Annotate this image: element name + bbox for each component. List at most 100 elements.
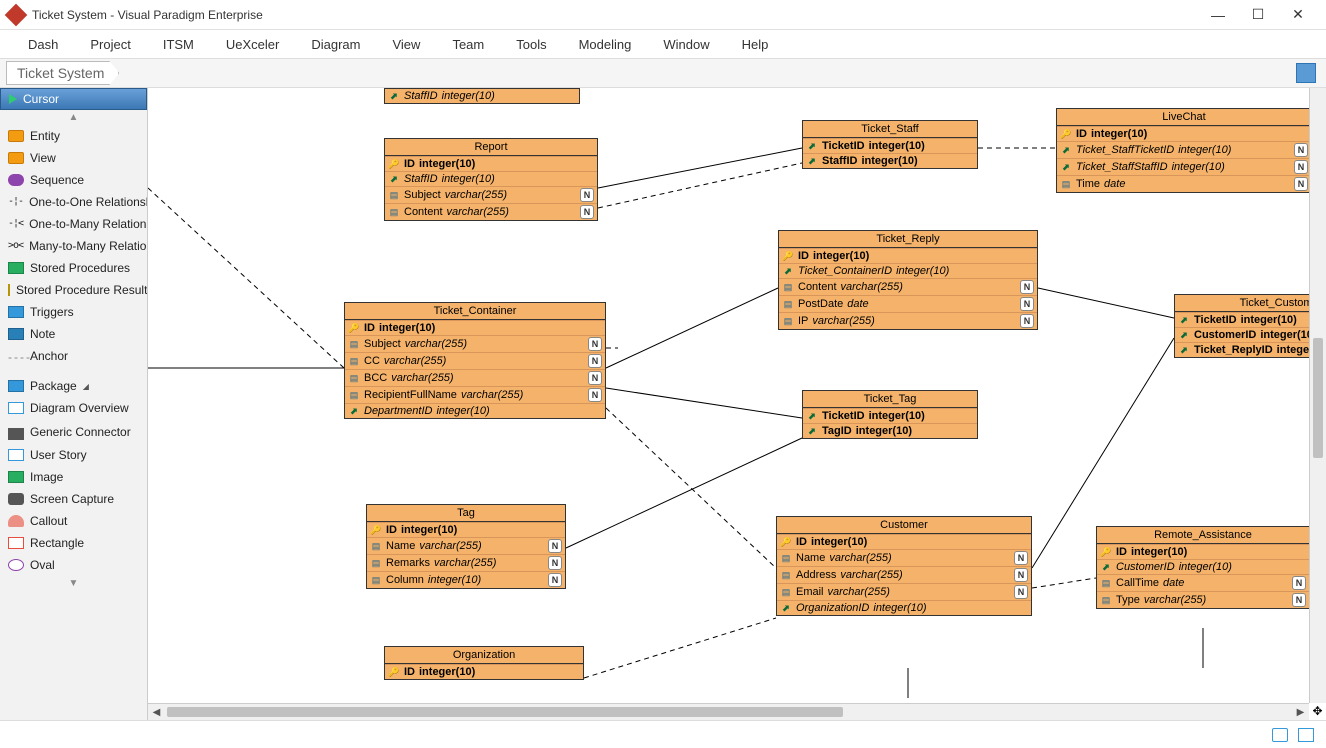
menu-help[interactable]: Help: [726, 33, 785, 56]
tool-cursor[interactable]: Cursor: [0, 88, 147, 110]
tool-image[interactable]: Image: [0, 466, 147, 488]
entity-column[interactable]: ⬈CustomerIDinteger(10): [1175, 327, 1326, 342]
entity-column[interactable]: 🔑IDinteger(10): [1097, 544, 1309, 559]
tool-one-to-one-relationship[interactable]: -¦-One-to-One Relationship: [0, 191, 147, 213]
entity-column[interactable]: ⬈Ticket_ReplyIDinteger(10): [1175, 342, 1326, 357]
tool-entity[interactable]: Entity: [0, 125, 147, 147]
tool-screen-capture[interactable]: Screen Capture: [0, 488, 147, 510]
minimize-button[interactable]: —: [1198, 1, 1238, 29]
entity-column[interactable]: ▤Contentvarchar(255)N: [779, 278, 1037, 295]
entity-column[interactable]: 🔑IDinteger(10): [385, 156, 597, 171]
palette-collapse-up[interactable]: ▲: [0, 110, 147, 125]
menu-window[interactable]: Window: [647, 33, 725, 56]
tool-one-to-many-relationship[interactable]: -¦<One-to-Many Relationship: [0, 213, 147, 235]
entity-column[interactable]: ▤Addressvarchar(255)N: [777, 566, 1031, 583]
tool-oval[interactable]: Oval: [0, 554, 147, 576]
entity-column[interactable]: ⬈StaffIDinteger(10): [803, 153, 977, 168]
entity-report[interactable]: Report🔑IDinteger(10)⬈StaffIDinteger(10)▤…: [384, 138, 598, 221]
entity-remote_assistance[interactable]: Remote_Assistance🔑IDinteger(10)⬈Customer…: [1096, 526, 1310, 609]
tool-view[interactable]: View: [0, 147, 147, 169]
entity-column[interactable]: 🔑IDinteger(10): [367, 522, 565, 537]
entity-column[interactable]: ▤Typevarchar(255)N: [1097, 591, 1309, 608]
entity-column[interactable]: ⬈TicketIDinteger(10): [803, 138, 977, 153]
entity-tag[interactable]: Tag🔑IDinteger(10)▤Namevarchar(255)N▤Rema…: [366, 504, 566, 589]
entity-ticket_container[interactable]: Ticket_Container🔑IDinteger(10)▤Subjectva…: [344, 302, 606, 419]
entity-column[interactable]: ▤IPvarchar(255)N: [779, 312, 1037, 329]
entity-column[interactable]: ⬈CustomerIDinteger(10): [1097, 559, 1309, 574]
menu-itsm[interactable]: ITSM: [147, 33, 210, 56]
tool-package[interactable]: Package◢: [0, 375, 147, 397]
entity-column[interactable]: ▤Contentvarchar(255)N: [385, 203, 597, 220]
entity-livechat[interactable]: LiveChat🔑IDinteger(10)⬈Ticket_StaffTicke…: [1056, 108, 1312, 193]
tool-many-to-many-relationship[interactable]: >o<Many-to-Many Relationship: [0, 235, 147, 257]
tool-stored-procedures[interactable]: Stored Procedures: [0, 257, 147, 279]
entity-column[interactable]: ▤Namevarchar(255)N: [367, 537, 565, 554]
note-icon[interactable]: [1298, 728, 1314, 742]
horizontal-scrollbar[interactable]: ◀▶: [148, 703, 1309, 720]
entity-organization[interactable]: Organization🔑IDinteger(10): [384, 646, 584, 680]
entity-column[interactable]: ▤Namevarchar(255)N: [777, 549, 1031, 566]
mail-icon[interactable]: [1272, 728, 1288, 742]
diagram-canvas[interactable]: ⬈StaffIDinteger(10)Report🔑IDinteger(10)⬈…: [148, 88, 1318, 700]
tool-generic-connector[interactable]: Generic Connector: [0, 419, 147, 444]
entity-column[interactable]: ▤RecipientFullNamevarchar(255)N: [345, 386, 605, 403]
entity-ticket_customer[interactable]: Ticket_Customer⬈TicketIDinteger(10)⬈Cust…: [1174, 294, 1326, 358]
entity-column[interactable]: ⬈Ticket_StaffStaffIDinteger(10)N: [1057, 158, 1311, 175]
tool-rectangle[interactable]: Rectangle: [0, 532, 147, 554]
entity-column[interactable]: ⬈StaffIDinteger(10): [385, 89, 579, 103]
menu-diagram[interactable]: Diagram: [295, 33, 376, 56]
menu-team[interactable]: Team: [436, 33, 500, 56]
entity-column[interactable]: ▤Subjectvarchar(255)N: [345, 335, 605, 352]
tool-sequence[interactable]: Sequence: [0, 169, 147, 191]
entity-ticket_reply[interactable]: Ticket_Reply🔑IDinteger(10)⬈Ticket_Contai…: [778, 230, 1038, 330]
tool-callout[interactable]: Callout: [0, 510, 147, 532]
entity-column[interactable]: ▤PostDatedateN: [779, 295, 1037, 312]
entity-column[interactable]: ⬈TagIDinteger(10): [803, 423, 977, 438]
entity-column[interactable]: 🔑IDinteger(10): [345, 320, 605, 335]
app-icon: [5, 3, 28, 26]
menu-uexceler[interactable]: UeXceler: [210, 33, 295, 56]
entity-column[interactable]: ⬈TicketIDinteger(10): [1175, 312, 1326, 327]
entity-customer[interactable]: Customer🔑IDinteger(10)▤Namevarchar(255)N…: [776, 516, 1032, 616]
menu-tools[interactable]: Tools: [500, 33, 562, 56]
entity-column[interactable]: ▤TimedateN: [1057, 175, 1311, 192]
entity-column[interactable]: ▤BCCvarchar(255)N: [345, 369, 605, 386]
menu-project[interactable]: Project: [74, 33, 146, 56]
entity-column[interactable]: 🔑IDinteger(10): [385, 664, 583, 679]
entity-column[interactable]: ▤Remarksvarchar(255)N: [367, 554, 565, 571]
entity-column[interactable]: ⬈Ticket_StaffTicketIDinteger(10)N: [1057, 141, 1311, 158]
entity-column[interactable]: ▤CCvarchar(255)N: [345, 352, 605, 369]
tool-anchor[interactable]: ----Anchor: [0, 345, 147, 367]
entity-column[interactable]: ⬈StaffIDinteger(10): [385, 171, 597, 186]
fk-icon: ⬈: [1060, 144, 1072, 156]
entity-toprow[interactable]: ⬈StaffIDinteger(10): [384, 88, 580, 104]
menu-view[interactable]: View: [376, 33, 436, 56]
breadcrumb-current[interactable]: Ticket System: [6, 61, 119, 85]
entity-ticket_staff[interactable]: Ticket_Staff⬈TicketIDinteger(10)⬈StaffID…: [802, 120, 978, 169]
view-switcher-icon[interactable]: [1296, 63, 1316, 83]
entity-column[interactable]: 🔑IDinteger(10): [1057, 126, 1311, 141]
entity-ticket_tag[interactable]: Ticket_Tag⬈TicketIDinteger(10)⬈TagIDinte…: [802, 390, 978, 439]
tool-user-story[interactable]: User Story: [0, 444, 147, 466]
tool-diagram-overview[interactable]: Diagram Overview: [0, 397, 147, 419]
entity-column[interactable]: ▤Emailvarchar(255)N: [777, 583, 1031, 600]
tool-triggers[interactable]: Triggers: [0, 301, 147, 323]
pan-icon[interactable]: ✥: [1310, 704, 1325, 719]
entity-column[interactable]: ⬈DepartmentIDinteger(10): [345, 403, 605, 418]
palette-collapse-down[interactable]: ▼: [0, 576, 147, 591]
entity-column[interactable]: ▤CallTimedateN: [1097, 574, 1309, 591]
tool-stored-procedure-resultset[interactable]: Stored Procedure Resultset: [0, 279, 147, 301]
entity-column[interactable]: 🔑IDinteger(10): [779, 248, 1037, 263]
close-button[interactable]: ✕: [1278, 1, 1318, 29]
entity-column[interactable]: ⬈TicketIDinteger(10): [803, 408, 977, 423]
entity-column[interactable]: 🔑IDinteger(10): [777, 534, 1031, 549]
entity-column[interactable]: ▤Columninteger(10)N: [367, 571, 565, 588]
vertical-scrollbar[interactable]: [1309, 88, 1326, 703]
entity-column[interactable]: ⬈OrganizationIDinteger(10): [777, 600, 1031, 615]
tool-note[interactable]: Note: [0, 323, 147, 345]
entity-column[interactable]: ⬈Ticket_ContainerIDinteger(10): [779, 263, 1037, 278]
maximize-button[interactable]: ☐: [1238, 1, 1278, 29]
menu-modeling[interactable]: Modeling: [563, 33, 648, 56]
menu-dash[interactable]: Dash: [12, 33, 74, 56]
entity-column[interactable]: ▤Subjectvarchar(255)N: [385, 186, 597, 203]
